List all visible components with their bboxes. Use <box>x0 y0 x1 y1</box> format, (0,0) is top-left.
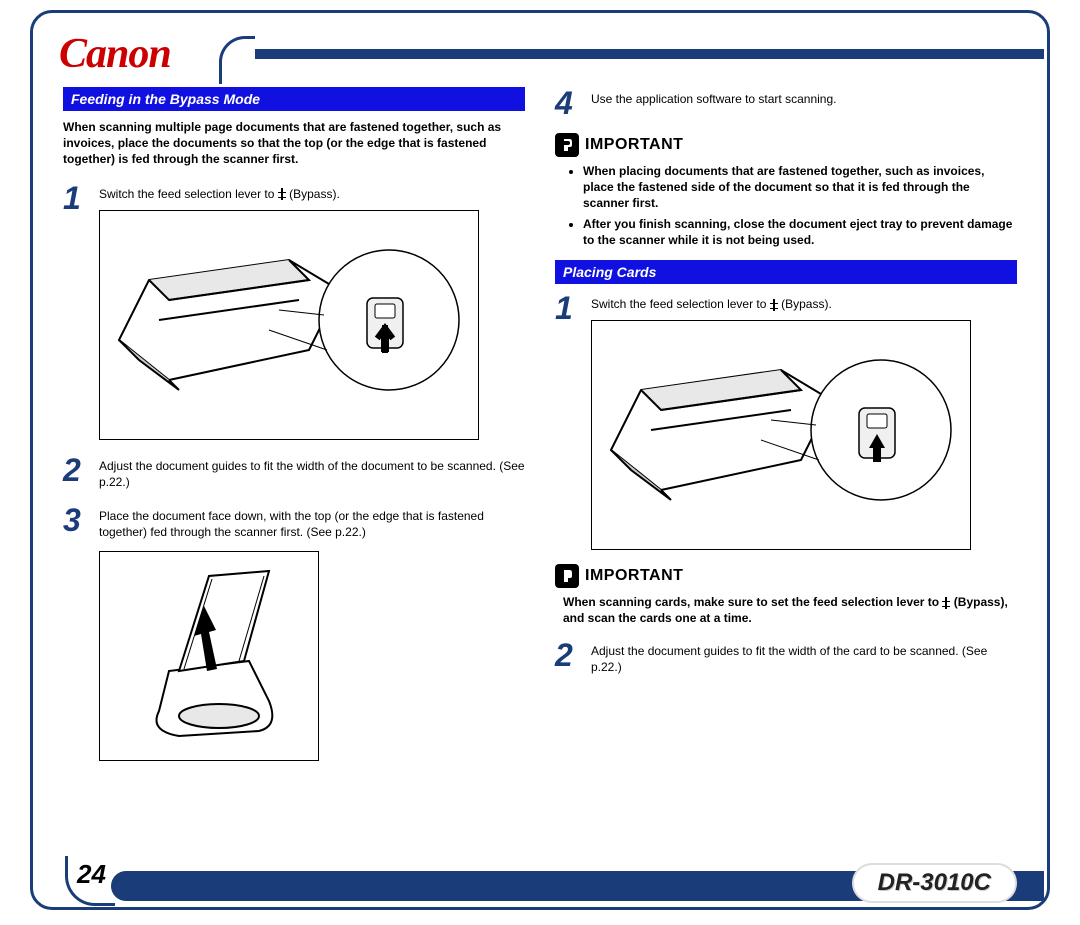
step-body: Use the application software to start sc… <box>591 87 1017 119</box>
right-column: 4 Use the application software to start … <box>555 87 1017 847</box>
step-text: Place the document face down, with the t… <box>99 509 484 539</box>
important-icon <box>555 133 579 157</box>
bypass-icon <box>278 188 286 200</box>
step-text: Switch the feed selection lever to <box>99 187 278 201</box>
important-block-1: IMPORTANT When placing documents that ar… <box>555 133 1017 248</box>
section-header-cards: Placing Cards <box>555 260 1017 284</box>
step-body: Adjust the document guides to fit the wi… <box>99 454 525 490</box>
important-header: IMPORTANT <box>555 564 1017 588</box>
step-body: Place the document face down, with the t… <box>99 504 525 760</box>
diagram-lever <box>99 210 479 440</box>
header-divider <box>243 49 1044 59</box>
important-text: When scanning cards, make sure to set th… <box>555 594 1017 626</box>
important-header: IMPORTANT <box>555 133 1017 157</box>
diagram-lever-cards <box>591 320 971 550</box>
step-suffix: (Bypass). <box>286 187 340 201</box>
step-body: Adjust the document guides to fit the wi… <box>591 639 1017 675</box>
bypass-step-3: 3 Place the document face down, with the… <box>63 504 525 760</box>
cards-step-1: 1 Switch the feed selection lever to (By… <box>555 292 1017 550</box>
step-number: 1 <box>63 182 85 440</box>
page-frame: Canon Feeding in the Bypass Mode When sc… <box>30 10 1050 910</box>
bypass-step-2: 2 Adjust the document guides to fit the … <box>63 454 525 490</box>
cards-step-2: 2 Adjust the document guides to fit the … <box>555 639 1017 675</box>
important-label: IMPORTANT <box>585 136 683 154</box>
important-bullet: After you finish scanning, close the doc… <box>583 216 1017 248</box>
step-number: 2 <box>63 454 85 490</box>
step-text: Switch the feed selection lever to <box>591 297 770 311</box>
page-content: Feeding in the Bypass Mode When scanning… <box>63 87 1017 847</box>
header-curve <box>219 36 255 84</box>
important-label: IMPORTANT <box>585 567 683 585</box>
important-block-2: IMPORTANT When scanning cards, make sure… <box>555 564 1017 626</box>
page-footer: 24 DR-3010C <box>33 859 1047 907</box>
step-body: Switch the feed selection lever to (Bypa… <box>99 182 525 440</box>
section-header-bypass: Feeding in the Bypass Mode <box>63 87 525 111</box>
bypass-icon <box>942 597 950 609</box>
step-number: 4 <box>555 87 577 119</box>
important-list: When placing documents that are fastened… <box>555 163 1017 248</box>
bypass-intro: When scanning multiple page documents th… <box>63 119 525 168</box>
bypass-step-4: 4 Use the application software to start … <box>555 87 1017 119</box>
model-badge: DR-3010C <box>852 863 1017 903</box>
step-suffix: (Bypass). <box>778 297 832 311</box>
important-bullet: When placing documents that are fastened… <box>583 163 1017 212</box>
step-number: 2 <box>555 639 577 675</box>
step-number: 1 <box>555 292 577 550</box>
important-text-a: When scanning cards, make sure to set th… <box>563 595 942 609</box>
brand-logo: Canon <box>33 30 189 78</box>
step-body: Switch the feed selection lever to (Bypa… <box>591 292 1017 550</box>
page-number: 24 <box>73 859 110 890</box>
important-icon <box>555 564 579 588</box>
bypass-icon <box>770 299 778 311</box>
brand-header: Canon <box>33 33 1047 75</box>
step-number: 3 <box>63 504 85 760</box>
diagram-document-feed <box>99 551 319 761</box>
left-column: Feeding in the Bypass Mode When scanning… <box>63 87 525 847</box>
bypass-step-1: 1 Switch the feed selection lever to (By… <box>63 182 525 440</box>
